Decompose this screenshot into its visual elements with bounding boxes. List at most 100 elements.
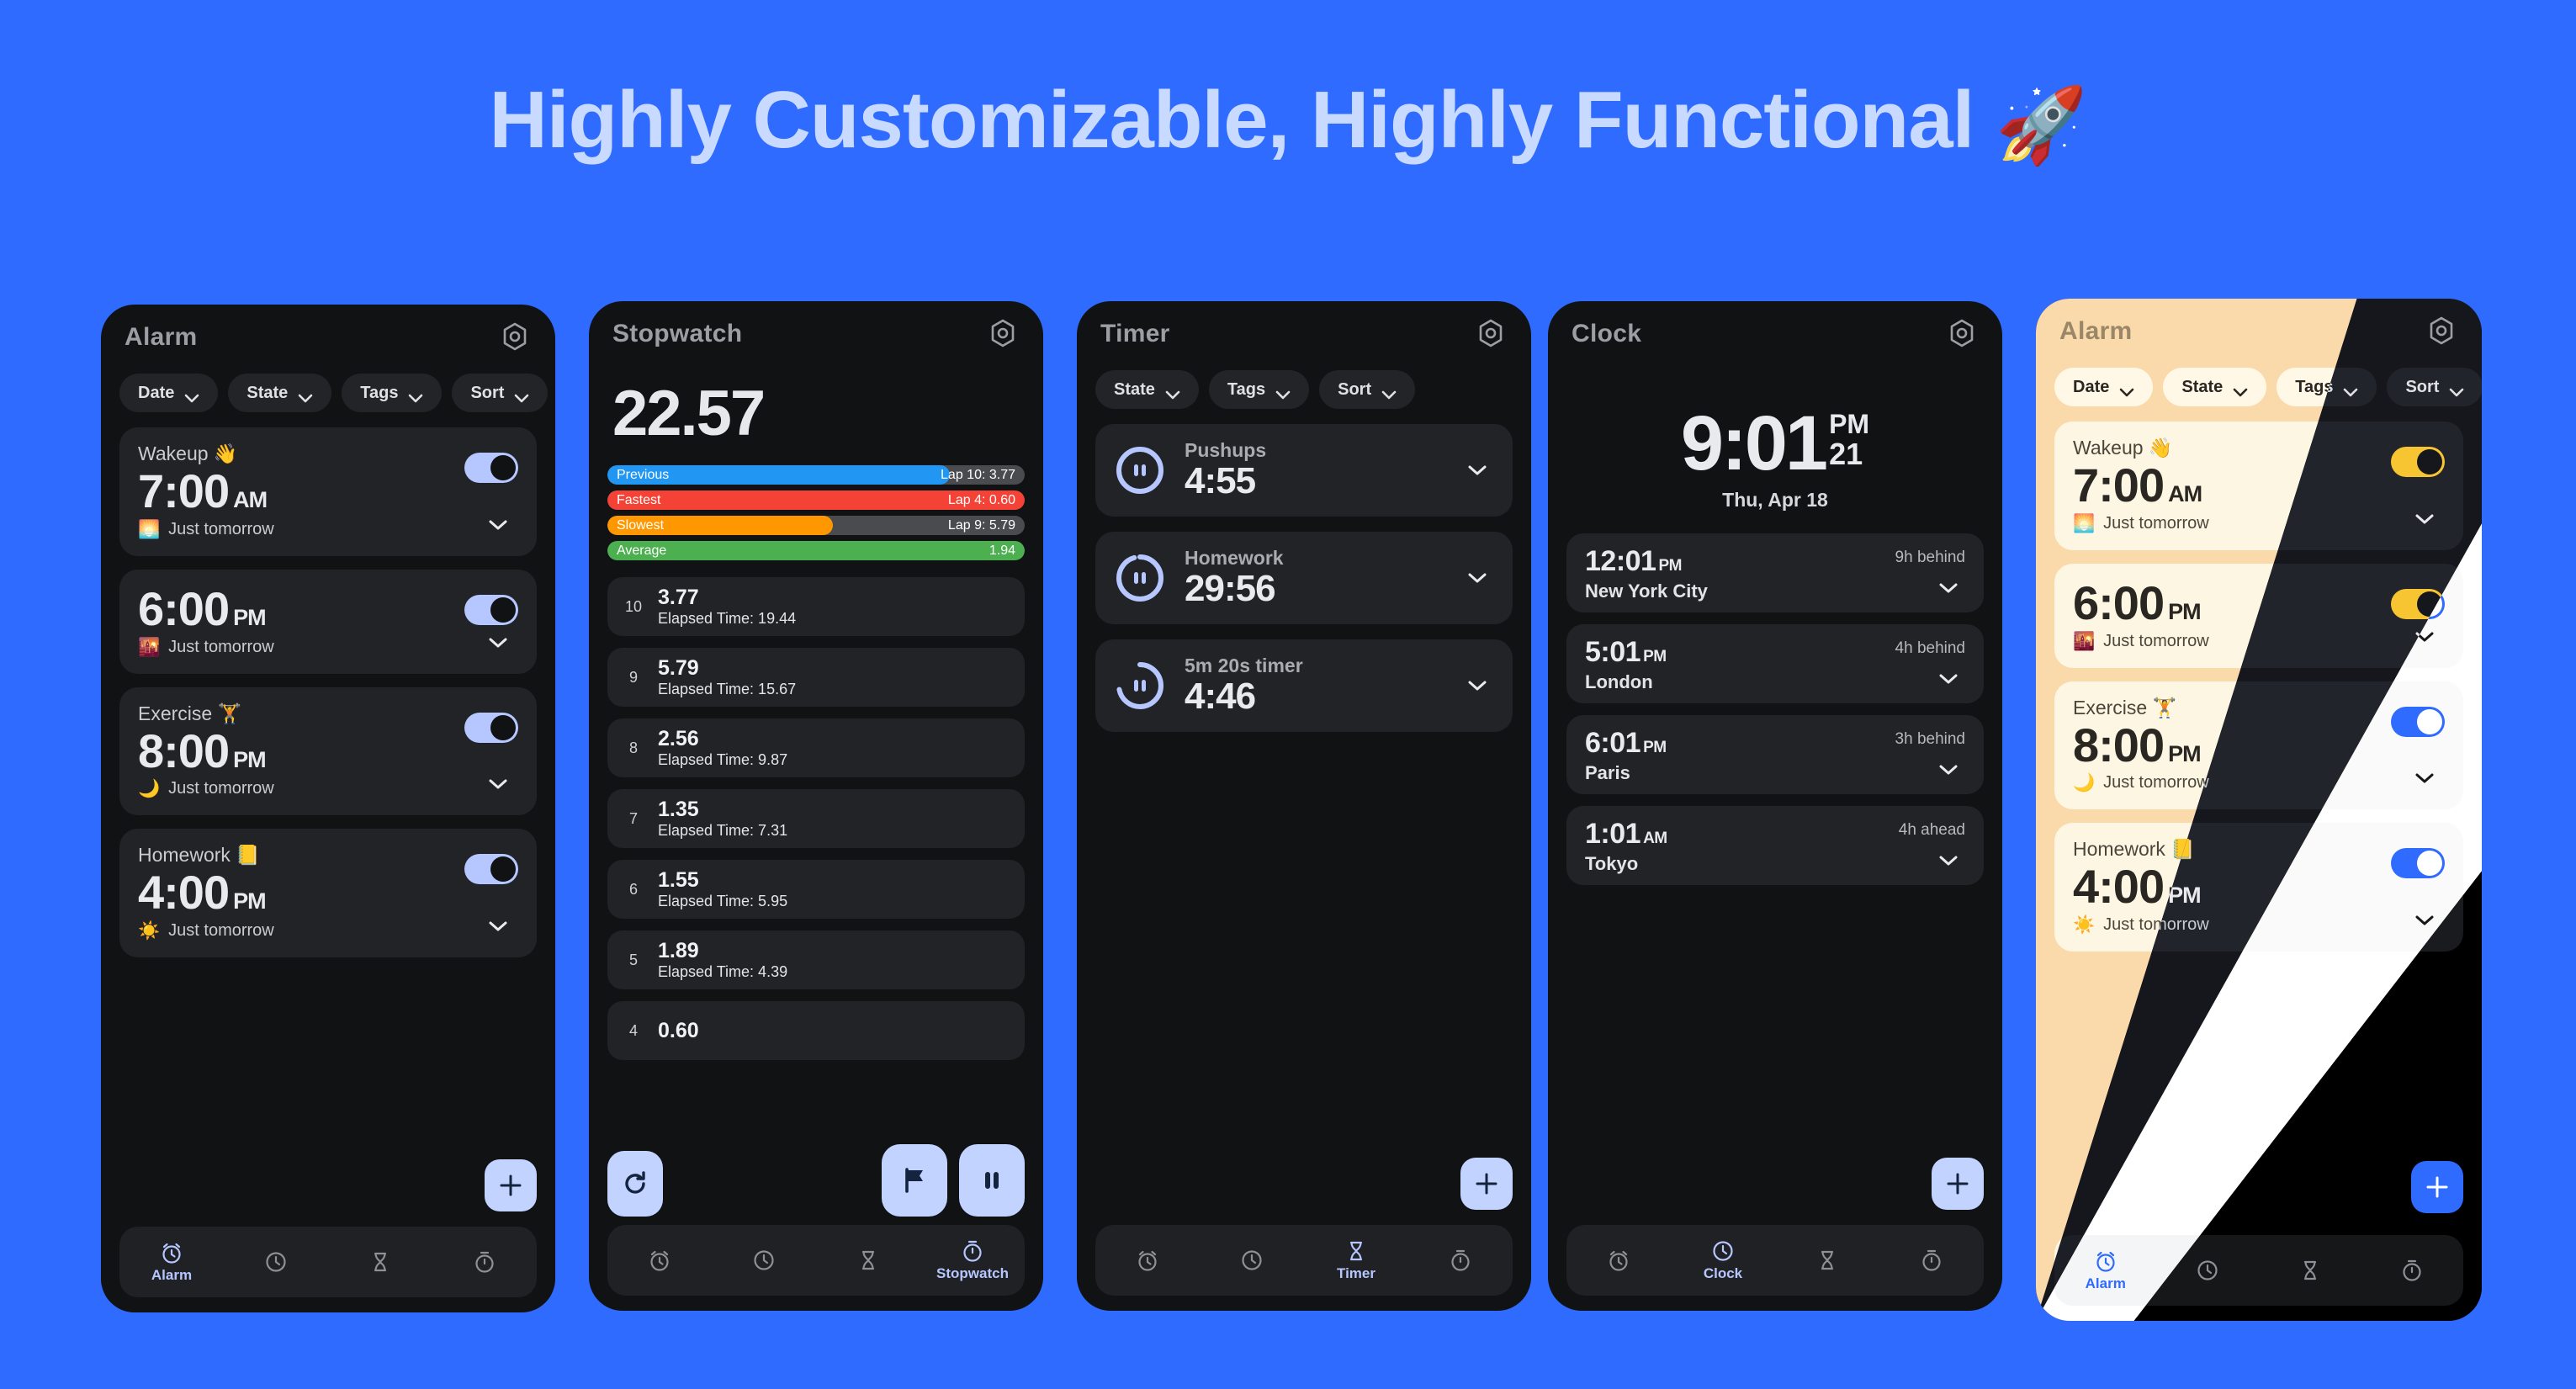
lap-elapsed: Elapsed Time: 5.95 [658, 893, 788, 910]
lap-elapsed: Elapsed Time: 4.39 [658, 963, 788, 981]
nav-stopwatch[interactable] [1408, 1248, 1513, 1273]
expand-chevron-icon[interactable] [1467, 680, 1487, 692]
gear-icon[interactable] [1474, 317, 1508, 351]
timer-card[interactable]: 5m 20s timer 4:46 [1095, 639, 1513, 732]
add-alarm-button[interactable] [2411, 1161, 2463, 1213]
gear-icon[interactable] [498, 321, 532, 354]
add-world-clock-button[interactable] [1932, 1158, 1984, 1210]
alarm-card[interactable]: 6:00PM 🌇 Just tomorrow [119, 569, 537, 674]
nav-timer[interactable]: Timer [1304, 1238, 1408, 1282]
app-bar: Timer [1095, 301, 1513, 367]
expand-chevron-icon[interactable] [488, 519, 508, 531]
alarm-card[interactable]: Wakeup 👋 7:00AM 🌅 Just tomorrow [119, 427, 537, 556]
world-clock-time-value: 5:01 [1585, 636, 1641, 669]
alarm-toggle[interactable] [2391, 848, 2445, 879]
bottom-nav: Timer [1095, 1225, 1513, 1296]
nav-timer[interactable] [816, 1248, 920, 1273]
nav-stopwatch[interactable] [1879, 1248, 1984, 1273]
nav-clock[interactable] [1200, 1248, 1304, 1273]
chip-tags[interactable]: Tags [342, 374, 443, 412]
nav-alarm[interactable] [607, 1248, 712, 1273]
toggle-knob [490, 596, 516, 623]
chip-sort[interactable]: Sort [2387, 368, 2482, 406]
lap-row[interactable]: 10 3.77 Elapsed Time: 19.44 [607, 577, 1025, 636]
gear-icon[interactable] [986, 317, 1020, 351]
nav-label: Timer [1337, 1265, 1375, 1281]
chip-date[interactable]: Date [2054, 368, 2154, 406]
expand-chevron-icon[interactable] [2414, 772, 2435, 784]
expand-chevron-icon[interactable] [2414, 915, 2435, 926]
nav-timer[interactable] [2259, 1258, 2361, 1283]
timer-card[interactable]: Homework 29:56 [1095, 532, 1513, 624]
chip-sort[interactable]: Sort [1319, 370, 1416, 409]
chevron-down-icon [1275, 385, 1291, 399]
chip-state[interactable]: State [228, 374, 332, 412]
add-timer-button[interactable] [1460, 1158, 1513, 1210]
lap-row[interactable]: 8 2.56 Elapsed Time: 9.87 [607, 718, 1025, 777]
chip-state[interactable]: State [1095, 370, 1199, 409]
world-clock-card[interactable]: 12:01 PM New York City 9h behind [1566, 533, 1984, 613]
gear-icon[interactable] [2425, 315, 2458, 348]
expand-chevron-icon[interactable] [2414, 513, 2435, 525]
lap-value: 3.77 [658, 586, 699, 610]
lap-value: 0.60 [658, 1018, 699, 1042]
lap-row[interactable]: 9 5.79 Elapsed Time: 15.67 [607, 648, 1025, 707]
expand-chevron-icon[interactable] [1938, 673, 1959, 685]
bar-label: Slowest [617, 517, 665, 533]
add-alarm-button[interactable] [485, 1159, 537, 1211]
world-clock-card[interactable]: 5:01 PM London 4h behind [1566, 624, 1984, 704]
nav-clock[interactable] [224, 1249, 328, 1275]
alarm-schedule: ☀️ Just tomorrow [138, 921, 518, 941]
nav-stopwatch[interactable] [432, 1249, 537, 1275]
nav-stopwatch[interactable] [2361, 1258, 2464, 1283]
chip-tags[interactable]: Tags [1208, 370, 1310, 409]
alarm-toggle[interactable] [2391, 447, 2445, 477]
nav-alarm[interactable] [1095, 1248, 1200, 1273]
nav-alarm[interactable] [1566, 1248, 1671, 1273]
phone-stopwatch: Stopwatch 22.57 Previous Lap 10: 3.77 Fa… [589, 301, 1043, 1311]
alarm-card[interactable]: Homework 📒 4:00PM ☀️ Just tomorrow [119, 829, 537, 958]
nav-timer[interactable] [1775, 1248, 1879, 1273]
world-clock-card[interactable]: 6:01 PM Paris 3h behind [1566, 715, 1984, 795]
lap-row[interactable]: 5 1.89 Elapsed Time: 4.39 [607, 930, 1025, 989]
pause-button[interactable] [959, 1144, 1025, 1217]
lap-button[interactable] [882, 1144, 947, 1217]
chip-date[interactable]: Date [119, 374, 219, 412]
nav-clock[interactable] [712, 1248, 816, 1273]
nav-stopwatch[interactable]: Stopwatch [920, 1238, 1025, 1282]
alarm-toggle[interactable] [464, 594, 518, 625]
expand-chevron-icon[interactable] [1938, 764, 1959, 776]
nav-alarm[interactable]: Alarm [119, 1240, 224, 1284]
expand-chevron-icon[interactable] [1467, 464, 1487, 476]
world-clock-card[interactable]: 1:01 AM Tokyo 4h ahead [1566, 806, 1984, 886]
alarm-toggle[interactable] [464, 453, 518, 483]
alarm-label: Wakeup 👋 [138, 443, 238, 464]
nav-clock[interactable]: Clock [1671, 1238, 1775, 1282]
alarm-toggle[interactable] [2391, 706, 2445, 737]
expand-chevron-icon[interactable] [488, 778, 508, 790]
expand-chevron-icon[interactable] [1467, 572, 1487, 584]
pause-ring-icon[interactable] [1114, 444, 1166, 496]
pause-ring-icon[interactable] [1114, 552, 1166, 604]
alarm-meridiem: PM [233, 888, 266, 915]
alarm-toggle[interactable] [464, 712, 518, 743]
expand-chevron-icon[interactable] [1938, 582, 1959, 594]
expand-chevron-icon[interactable] [1938, 855, 1959, 867]
chip-label: Sort [2405, 377, 2440, 396]
lap-row[interactable]: 7 1.35 Elapsed Time: 7.31 [607, 789, 1025, 848]
alarm-toggle[interactable] [464, 854, 518, 885]
pause-ring-icon[interactable] [1114, 660, 1166, 712]
expand-chevron-icon[interactable] [488, 637, 508, 649]
chip-state[interactable]: State [2163, 368, 2267, 406]
expand-chevron-icon[interactable] [488, 920, 508, 932]
gear-icon[interactable] [1945, 317, 1979, 351]
chip-sort[interactable]: Sort [452, 374, 549, 412]
lap-row[interactable]: 4 0.60 [607, 1001, 1025, 1060]
alarm-card[interactable]: Exercise 🏋️ 8:00PM 🌙 Just tomorrow [119, 687, 537, 816]
timer-card[interactable]: Pushups 4:55 [1095, 424, 1513, 517]
nav-timer[interactable] [328, 1249, 432, 1275]
reset-button[interactable] [607, 1151, 663, 1217]
lap-row[interactable]: 6 1.55 Elapsed Time: 5.95 [607, 860, 1025, 919]
world-clock-offset: 4h behind [1895, 639, 1965, 658]
bar-value: 1.94 [989, 543, 1015, 558]
